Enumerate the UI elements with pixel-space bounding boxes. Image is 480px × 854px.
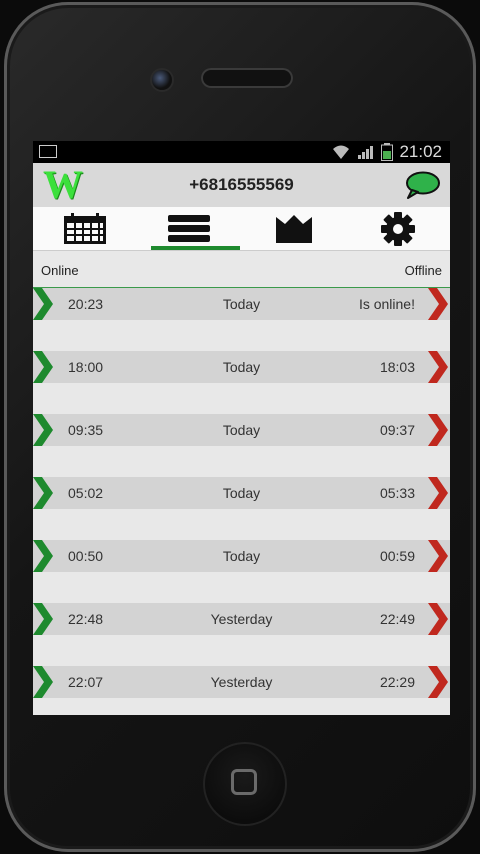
- offline-time: 05:33: [379, 485, 415, 501]
- app-screen: 21:02 W +6816555569 Online Offline 20:23…: [33, 141, 450, 715]
- offline-chevron-icon: [428, 414, 448, 446]
- online-column-label: Online: [41, 263, 79, 278]
- earpiece-speaker: [201, 68, 293, 88]
- app-header: W +6816555569: [33, 163, 450, 207]
- offline-chevron-icon: [428, 288, 448, 320]
- tab-settings[interactable]: [346, 207, 450, 250]
- tab-premium[interactable]: [242, 207, 346, 250]
- session-row[interactable]: 09:35 Today 09:37: [33, 414, 450, 446]
- session-row[interactable]: 22:07 Yesterday 22:29: [33, 666, 450, 698]
- front-camera: [152, 70, 172, 90]
- home-square-icon: [231, 769, 257, 795]
- list-icon: [168, 214, 211, 242]
- offline-time: 00:59: [379, 548, 415, 564]
- battery-icon: [381, 143, 394, 161]
- offline-chevron-icon: [428, 603, 448, 635]
- tab-bar: [33, 207, 450, 251]
- column-header: Online Offline: [33, 251, 450, 288]
- status-bar: 21:02: [33, 141, 450, 163]
- phone-number-title: +6816555569: [189, 175, 294, 194]
- chat-bubble-icon[interactable]: [404, 171, 440, 199]
- image-notification-icon: [39, 145, 57, 158]
- wifi-icon: [333, 145, 350, 159]
- calendar-icon: [64, 212, 107, 244]
- offline-time: 09:37: [379, 422, 415, 438]
- session-row[interactable]: 00:50 Today 00:59: [33, 540, 450, 572]
- session-row[interactable]: 22:48 Yesterday 22:49: [33, 603, 450, 635]
- offline-time: 18:03: [379, 359, 415, 375]
- offline-chevron-icon: [428, 666, 448, 698]
- session-row[interactable]: 18:00 Today 18:03: [33, 351, 450, 383]
- tab-sessions[interactable]: [137, 207, 241, 250]
- offline-time: Is online!: [358, 296, 415, 312]
- session-row[interactable]: 05:02 Today 05:33: [33, 477, 450, 509]
- home-button[interactable]: [203, 742, 287, 826]
- status-time: 21:02: [399, 142, 442, 161]
- offline-chevron-icon: [428, 351, 448, 383]
- tab-calendar[interactable]: [33, 207, 137, 250]
- crown-icon: [275, 214, 312, 243]
- signal-icon: [358, 146, 374, 159]
- session-row[interactable]: 20:23 Today Is online!: [33, 288, 450, 320]
- app-logo: W: [43, 162, 83, 207]
- offline-time: 22:29: [379, 674, 415, 690]
- offline-chevron-icon: [428, 540, 448, 572]
- offline-time: 22:49: [379, 611, 415, 627]
- offline-column-label: Offline: [404, 263, 442, 278]
- offline-chevron-icon: [428, 477, 448, 509]
- gear-icon: [380, 211, 415, 246]
